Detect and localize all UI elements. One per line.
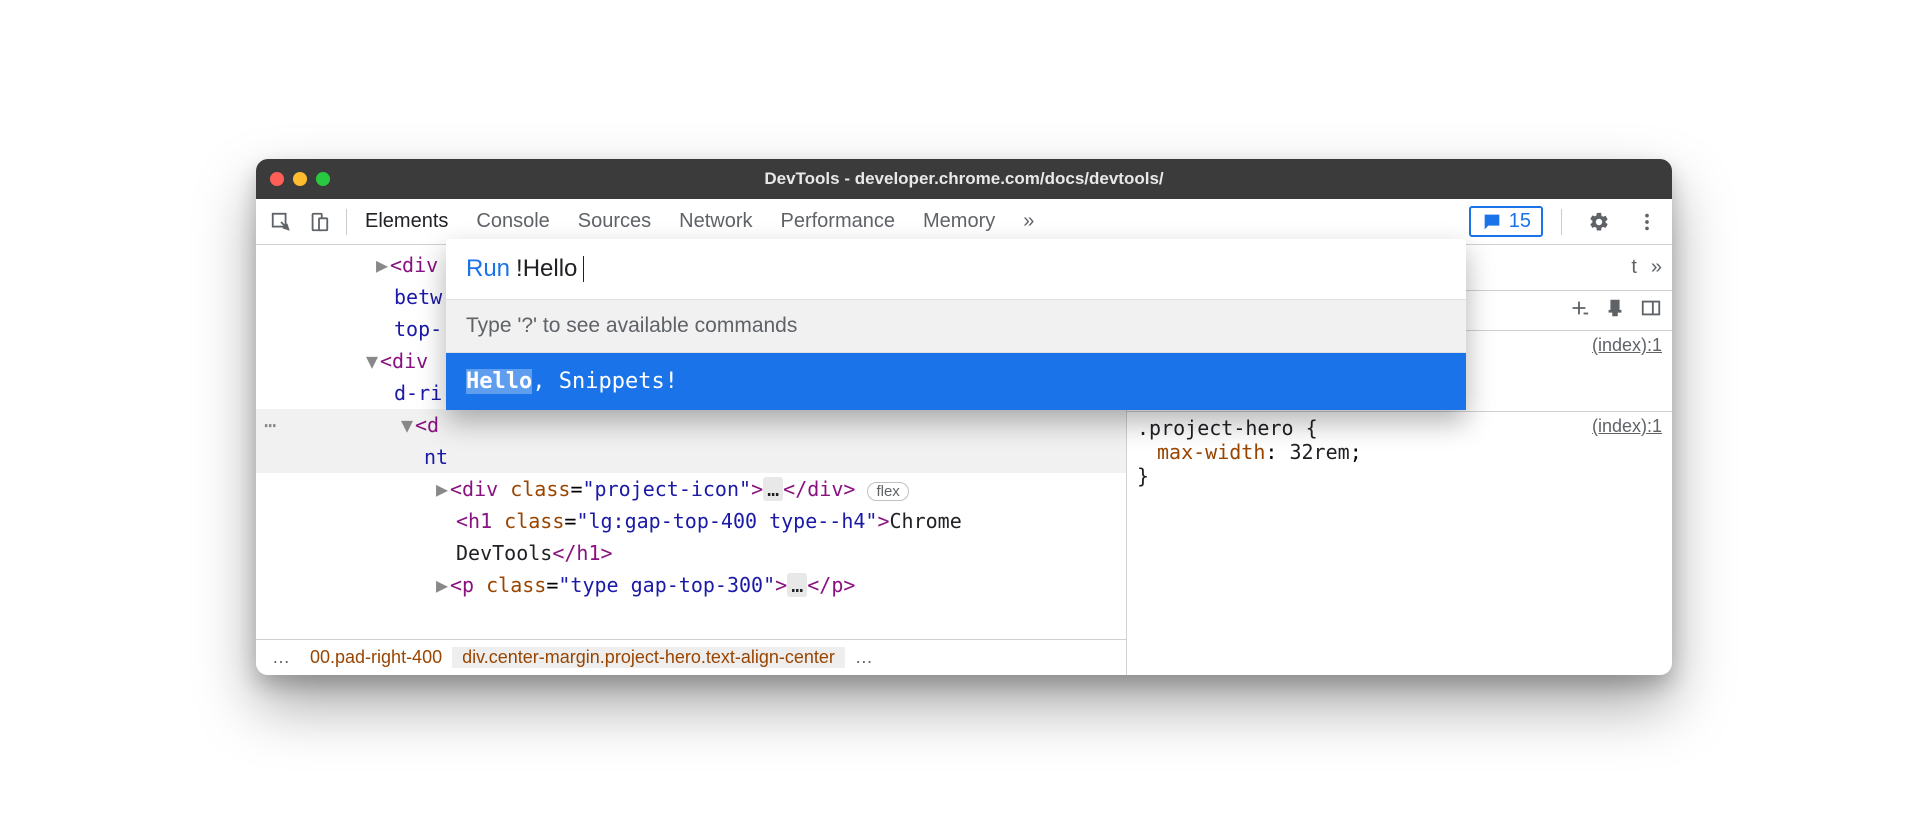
tab-console[interactable]: Console <box>476 210 549 233</box>
subtab-fragment[interactable]: t <box>1631 256 1637 279</box>
css-property[interactable]: max-width <box>1157 440 1265 464</box>
dom-fragment: betw <box>394 285 442 309</box>
command-hint: Type '?' to see available commands <box>446 299 1466 353</box>
tab-memory[interactable]: Memory <box>923 210 995 233</box>
paint-brush-icon[interactable] <box>1604 297 1626 324</box>
maximize-window-button[interactable] <box>316 172 330 186</box>
dom-node[interactable]: ▶<div class="project-icon">…</div> flex <box>256 473 1126 505</box>
rule-separator <box>1127 411 1672 412</box>
separator <box>1561 209 1562 235</box>
result-text: , Snippets! <box>532 369 678 394</box>
dom-node[interactable]: <div <box>390 253 438 277</box>
context-dots-icon[interactable]: ⋯ <box>264 409 276 441</box>
breadcrumb-item[interactable]: 00.pad-right-400 <box>300 647 452 668</box>
breadcrumb-more-right[interactable]: … <box>845 647 883 668</box>
expand-caret[interactable]: ▼ <box>366 345 380 377</box>
minimize-window-button[interactable] <box>293 172 307 186</box>
toolbar-right: 15 <box>1469 205 1666 239</box>
run-prefix: Run <box>466 255 510 283</box>
titlebar: DevTools - developer.chrome.com/docs/dev… <box>256 159 1672 199</box>
match-highlight: Hello <box>466 369 532 394</box>
panel-tabs: Elements Console Sources Network Perform… <box>355 210 1469 233</box>
tab-more[interactable]: » <box>1023 210 1034 233</box>
tab-elements[interactable]: Elements <box>365 210 448 233</box>
css-value[interactable]: 32rem <box>1289 440 1349 464</box>
window-title: DevTools - developer.chrome.com/docs/dev… <box>256 169 1672 189</box>
more-options-icon[interactable] <box>1630 205 1664 239</box>
tab-network[interactable]: Network <box>679 210 752 233</box>
dom-fragment: d-ri <box>394 381 442 405</box>
dom-fragment: top- <box>394 317 442 341</box>
settings-icon[interactable] <box>1582 205 1616 239</box>
breadcrumb-more-left[interactable]: … <box>262 647 300 668</box>
toggle-pane-icon[interactable] <box>1640 297 1662 324</box>
command-input-text[interactable]: !Hello <box>516 255 577 283</box>
inspect-element-icon[interactable] <box>264 205 298 239</box>
subtab-more[interactable]: » <box>1651 256 1662 279</box>
messages-button[interactable]: 15 <box>1469 206 1543 237</box>
source-link[interactable]: (index):1 <box>1592 416 1662 437</box>
tab-performance[interactable]: Performance <box>781 210 896 233</box>
css-selector[interactable]: .project-hero { <box>1137 416 1318 440</box>
dom-node[interactable]: ▶<p class="type gap-top-300">…</p> <box>256 569 1126 601</box>
command-input-row[interactable]: Run !Hello <box>446 239 1466 299</box>
dom-fragment: nt <box>424 445 448 469</box>
dom-node[interactable]: <h1 class="lg:gap-top-400 type--h4">Chro… <box>256 505 1126 537</box>
flex-badge[interactable]: flex <box>867 482 908 501</box>
window-controls <box>270 172 330 186</box>
dom-node[interactable]: <div <box>380 349 428 373</box>
breadcrumb-bar[interactable]: … 00.pad-right-400 div.center-margin.pro… <box>256 639 1126 675</box>
new-style-rule-icon[interactable] <box>1568 297 1590 324</box>
device-toggle-icon[interactable] <box>302 205 336 239</box>
source-link[interactable]: (index):1 <box>1592 335 1662 356</box>
close-window-button[interactable] <box>270 172 284 186</box>
command-palette[interactable]: Run !Hello Type '?' to see available com… <box>446 239 1466 410</box>
separator <box>346 209 347 235</box>
tab-sources[interactable]: Sources <box>578 210 651 233</box>
rule-close: } <box>1137 464 1149 488</box>
selected-dom-node[interactable]: ⋯ ▼<d <box>256 409 1126 441</box>
text-cursor <box>583 256 584 282</box>
devtools-window: DevTools - developer.chrome.com/docs/dev… <box>256 159 1672 675</box>
breadcrumb-item-selected[interactable]: div.center-margin.project-hero.text-alig… <box>452 647 845 668</box>
message-count: 15 <box>1509 210 1531 233</box>
command-result-selected[interactable]: Hello, Snippets! <box>446 353 1466 410</box>
